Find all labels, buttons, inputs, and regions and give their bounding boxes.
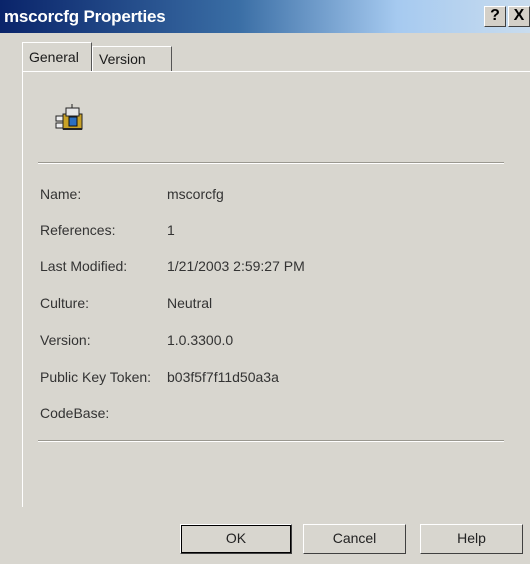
public-key-token-value: b03f5f7f11d50a3a [167,369,279,385]
culture-label: Culture: [40,295,90,311]
help-icon[interactable]: ? [484,6,506,27]
properties-dialog: mscorcfg Properties ? X General Version … [0,0,530,564]
last-modified-label: Last Modified: [40,258,128,274]
culture-value: Neutral [167,295,213,311]
last-modified-value: 1/21/2003 2:59:27 PM [167,258,305,274]
codebase-label: CodeBase: [40,405,110,421]
version-label: Version: [40,332,91,348]
version-value: 1.0.3300.0 [167,332,234,348]
ok-button[interactable]: OK [180,524,292,554]
public-key-token-label: Public Key Token: [40,369,152,385]
name-label: Name: [40,186,82,202]
name-value: mscorcfg [167,186,224,202]
references-label: References: [40,222,116,238]
title-bar[interactable]: mscorcfg Properties ? X [0,0,530,33]
tab-version[interactable]: Version [92,46,172,71]
assembly-component-icon [55,104,83,130]
top-divider [38,162,504,164]
help-button[interactable]: Help [420,524,523,554]
cancel-button[interactable]: Cancel [303,524,406,554]
references-value: 1 [167,222,175,238]
window-title: mscorcfg Properties [4,7,166,26]
tab-general[interactable]: General [22,42,92,71]
bottom-divider [38,440,504,442]
close-icon[interactable]: X [508,6,530,27]
